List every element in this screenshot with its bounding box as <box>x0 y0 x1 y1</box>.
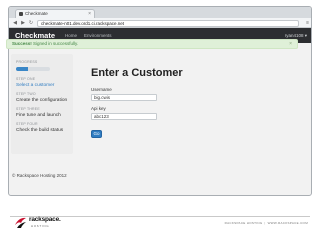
menu-icon[interactable]: ≡ <box>306 20 309 26</box>
success-alert: Success! Signed in successfully. × <box>6 39 298 49</box>
tab-strip: Checkmate × <box>9 7 311 18</box>
step-create-configuration: Create the configuration <box>16 98 68 103</box>
step-fine-tune: Fine tune and launch <box>16 113 61 118</box>
footer-url: WWW.RACKSPACE.COM <box>267 221 308 225</box>
go-button[interactable]: Go <box>91 130 102 138</box>
nav-link-home[interactable]: Home <box>65 33 77 38</box>
logo-subtitle: HOSTING <box>31 224 50 228</box>
username-label: Username <box>91 87 112 92</box>
step-label: STEP FOUR <box>16 122 38 126</box>
back-icon[interactable]: ◀ <box>12 20 18 26</box>
url-field[interactable]: checkmate-n01.dev.ord1.ci.rackspace.net <box>37 19 299 27</box>
step-link-select-customer[interactable]: Select a customer <box>16 83 54 88</box>
browser-tab[interactable]: Checkmate × <box>15 9 95 18</box>
address-bar: ◀ ▶ ↻ checkmate-n01.dev.ord1.ci.rackspac… <box>9 18 311 28</box>
nav-link-environments[interactable]: Environments <box>84 33 112 38</box>
forward-icon[interactable]: ▶ <box>20 20 26 26</box>
step-label: STEP ONE <box>16 77 36 81</box>
progress-label: PROGRESS <box>16 60 38 64</box>
rackspace-logo-icon <box>15 217 26 228</box>
alert-text: Signed in successfully. <box>31 41 79 46</box>
step-label: STEP THREE <box>16 107 40 111</box>
apikey-label: Api key <box>91 106 106 111</box>
tab-title: Checkmate <box>25 11 48 16</box>
footer-company: RACKSPACE HOSTING <box>224 221 263 225</box>
close-icon[interactable]: × <box>88 10 91 18</box>
page-footer: © Rackspace Hosting 2012 <box>12 173 67 178</box>
alert-strong: Success! <box>12 41 32 46</box>
slide-footer: RACKSPACE HOSTING | WWW.RACKSPACE.COM <box>225 221 308 225</box>
step-label: STEP TWO <box>16 92 36 96</box>
username-field[interactable] <box>91 94 157 101</box>
step-check-build: Check the build status <box>16 128 64 133</box>
close-icon[interactable]: × <box>289 40 292 48</box>
progress-bar-fill <box>16 67 28 71</box>
wizard-sidebar: PROGRESS STEP ONE Select a customer STEP… <box>11 54 73 154</box>
progress-bar <box>16 67 50 71</box>
apikey-field[interactable] <box>91 113 157 120</box>
rackspace-logo: rackspace. HOSTING <box>14 216 61 230</box>
favicon-icon <box>19 12 23 16</box>
logo-wordmark: rackspace. <box>29 216 61 223</box>
page-title: Enter a Customer <box>91 67 183 79</box>
reload-icon[interactable]: ↻ <box>28 20 34 26</box>
footer-separator: | <box>264 221 266 225</box>
